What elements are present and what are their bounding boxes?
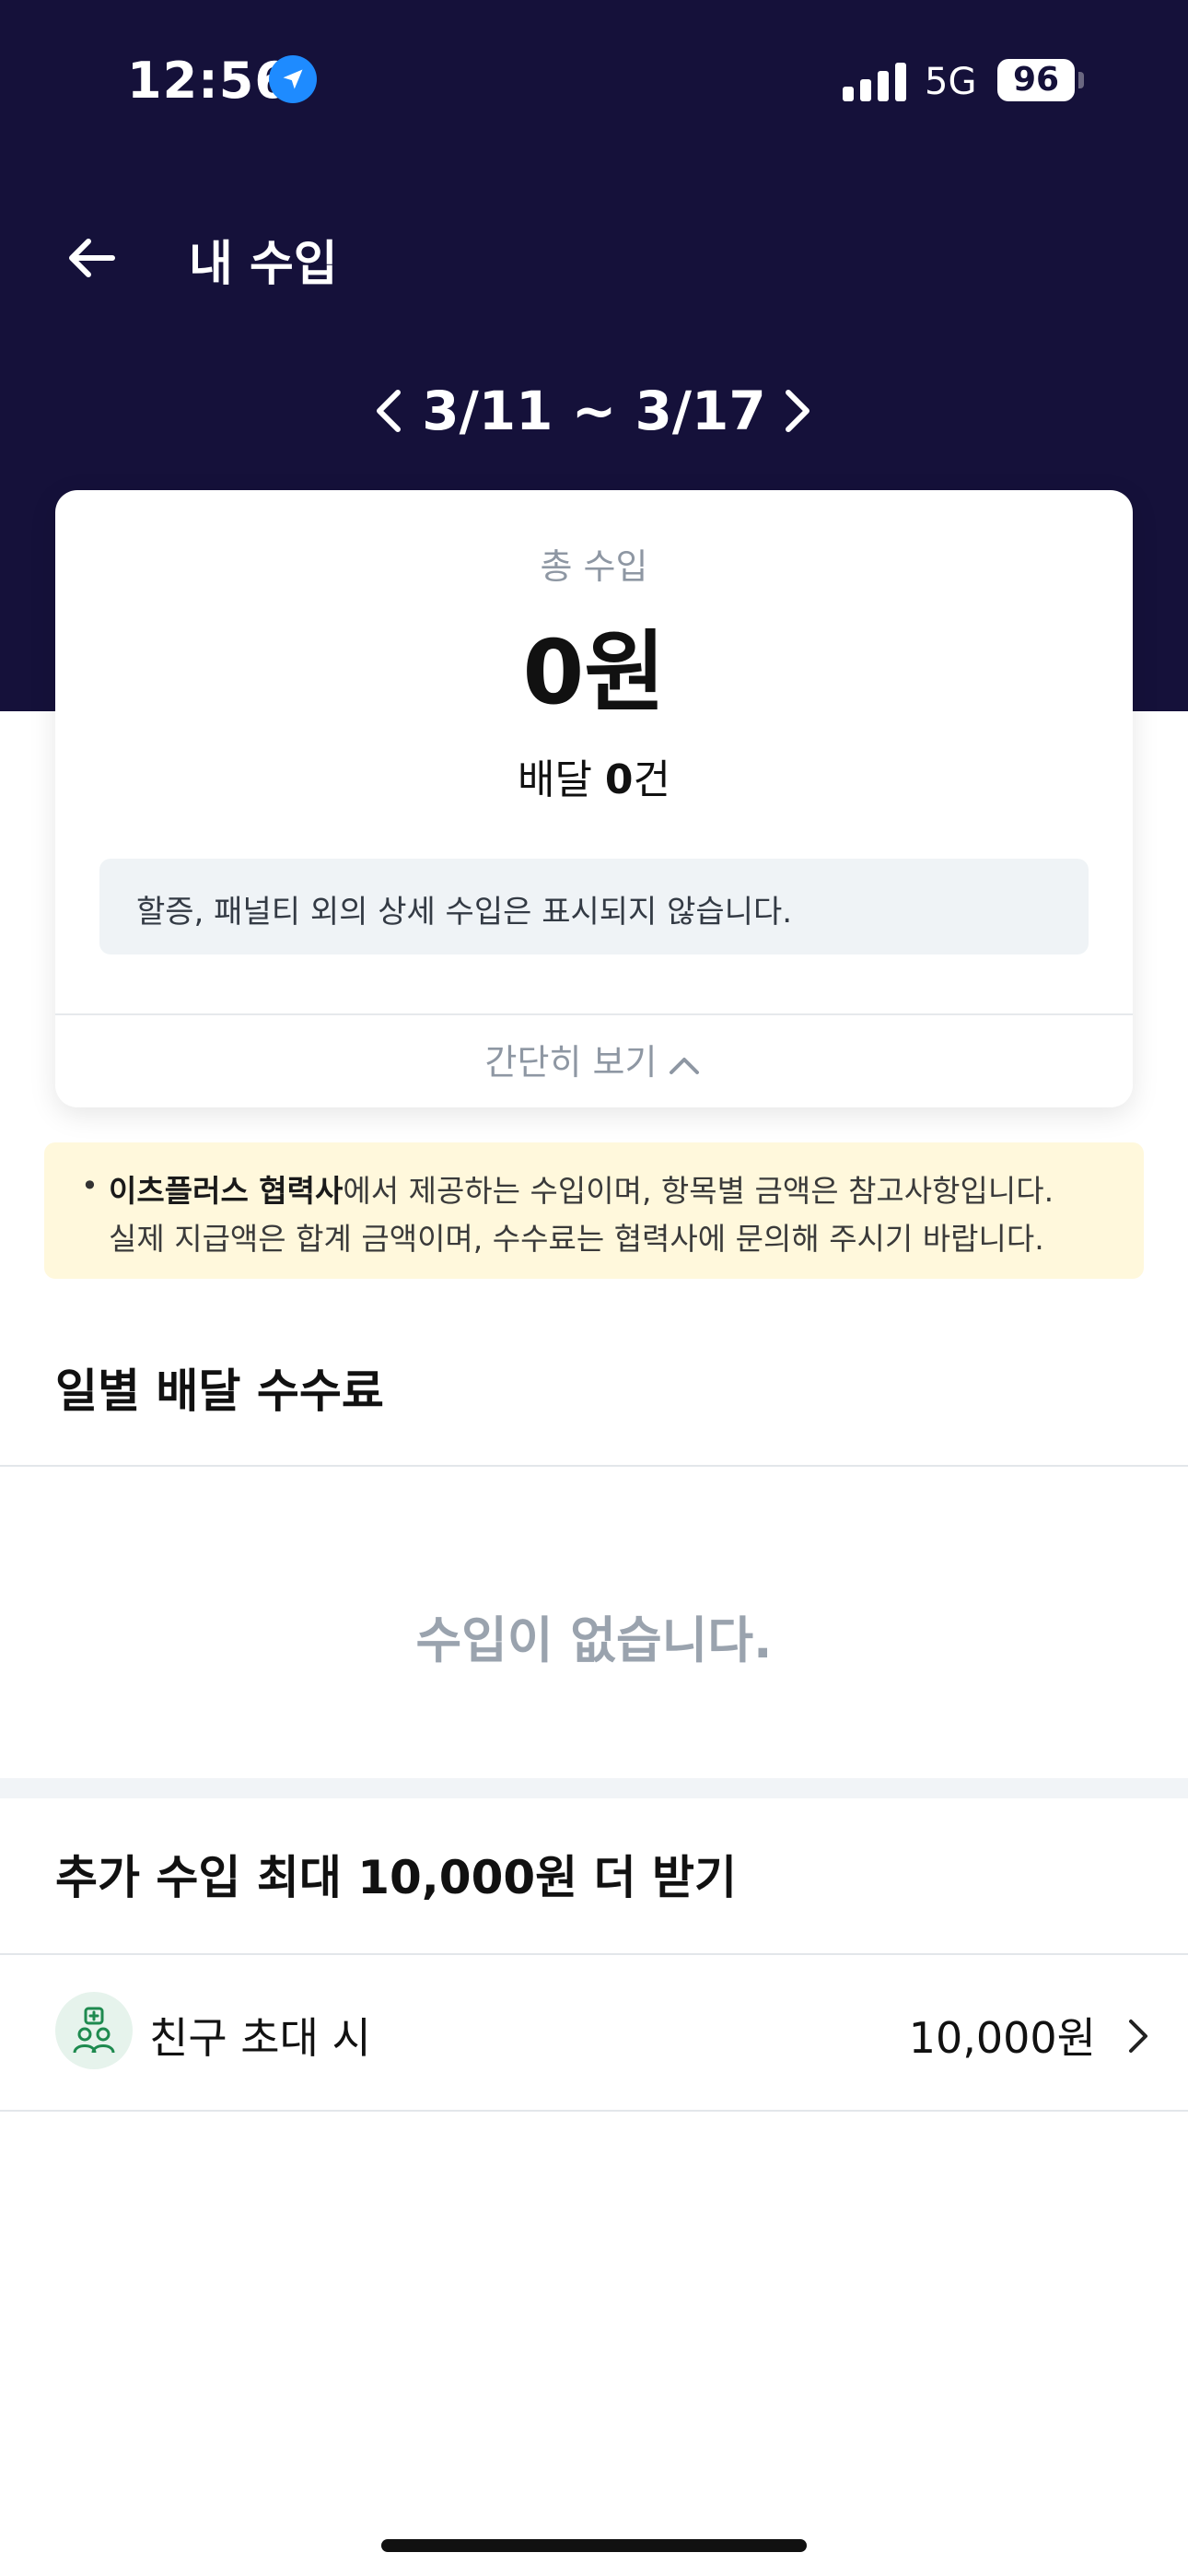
delivery-count: 배달 0건	[55, 746, 1133, 805]
divider	[0, 2110, 1188, 2112]
back-arrow-icon[interactable]	[64, 230, 120, 286]
card-divider	[55, 1013, 1133, 1015]
week-range: 3/11 ~ 3/17	[422, 380, 766, 442]
page-title: 내 수입	[189, 237, 338, 292]
partner-info-line1: 이츠플러스 협력사에서 제공하는 수입이며, 항목별 금액은 참고사항입니다.	[109, 1166, 1054, 1211]
previous-week-chevron-icon[interactable]	[367, 383, 413, 439]
invite-reward-amount: 10,000원	[908, 2013, 1096, 2063]
chevron-right-icon	[1129, 2020, 1147, 2053]
battery-level: 96	[1012, 61, 1060, 99]
location-arrow-icon	[269, 55, 317, 103]
invite-friends-icon	[55, 1992, 133, 2069]
partner-info-line2: 실제 지급액은 합계 금액이며, 수수료는 협력사에 문의해 주시기 바랍니다.	[109, 1221, 1044, 1257]
collapse-label: 간단히 보기	[484, 1042, 658, 1083]
detail-notice: 할증, 패널티 외의 상세 수입은 표시되지 않습니다.	[99, 859, 1089, 954]
delivery-count-value: 0	[604, 756, 634, 803]
network-type: 5G	[925, 61, 977, 103]
extra-income-title: 추가 수입 최대 10,000원 더 받기	[55, 1851, 737, 1904]
partner-info-line1-rest: 에서 제공하는 수입이며, 항목별 금액은 참고사항입니다.	[343, 1173, 1054, 1209]
next-week-chevron-icon[interactable]	[774, 383, 820, 439]
total-income-label: 총 수입	[540, 546, 648, 587]
cellular-signal-icon	[843, 61, 907, 101]
delivery-prefix: 배달	[517, 756, 605, 803]
invite-friend-label: 친구 초대 시	[149, 2013, 371, 2063]
delivery-suffix: 건	[633, 756, 671, 803]
partner-name: 이츠플러스 협력사	[109, 1173, 344, 1209]
empty-income-text: 수입이 없습니다.	[415, 1611, 773, 1669]
chevron-up-icon	[670, 1057, 700, 1074]
collapse-button[interactable]: 간단히 보기	[55, 1034, 1133, 1084]
battery-nub	[1078, 72, 1084, 88]
battery-icon: 96	[997, 59, 1075, 101]
status-time: 12:56	[127, 52, 290, 110]
divider	[0, 1465, 1188, 1467]
bullet: •	[81, 1168, 99, 1203]
section-separator	[0, 1778, 1188, 1798]
income-summary-card: 총 수입 0원 배달 0건 할증, 패널티 외의 상세 수입은 표시되지 않습니…	[55, 490, 1133, 1107]
total-income-amount: 0원	[522, 621, 666, 724]
invite-friend-row[interactable]: 친구 초대 시 10,000원	[0, 1953, 1188, 2108]
home-indicator[interactable]	[381, 2539, 807, 2552]
detail-notice-text: 할증, 패널티 외의 상세 수입은 표시되지 않습니다.	[136, 894, 793, 931]
daily-fee-title: 일별 배달 수수료	[55, 1364, 384, 1418]
partner-info-banner: • 이츠플러스 협력사에서 제공하는 수입이며, 항목별 금액은 참고사항입니다…	[44, 1142, 1144, 1279]
